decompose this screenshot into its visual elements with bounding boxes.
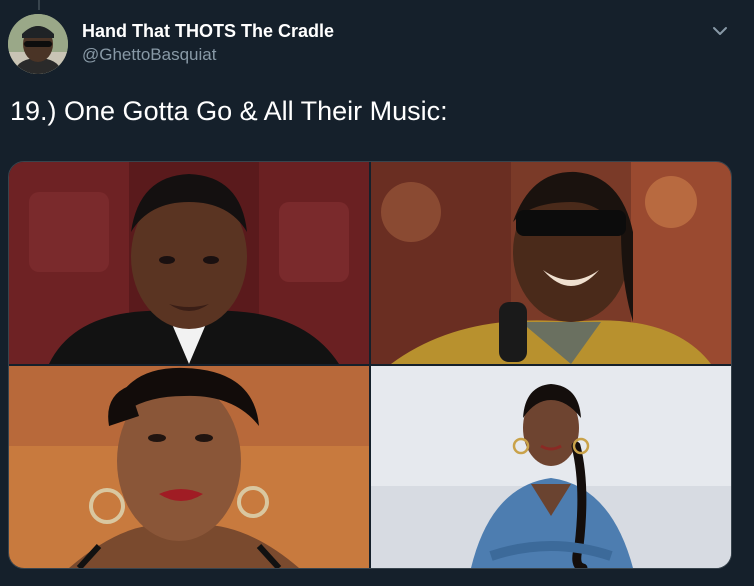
- display-name[interactable]: Hand That THOTS The Cradle: [82, 21, 334, 42]
- photo-top-right[interactable]: [371, 162, 731, 364]
- user-handle[interactable]: @GhettoBasquiat: [82, 45, 216, 65]
- chevron-down-icon[interactable]: [709, 22, 731, 40]
- thread-line: [38, 0, 40, 10]
- photo-top-left[interactable]: [9, 162, 369, 364]
- photo-bottom-left[interactable]: [9, 366, 369, 568]
- tweet: Hand That THOTS The Cradle @GhettoBasqui…: [0, 0, 754, 586]
- avatar[interactable]: [8, 14, 68, 74]
- media-grid: [8, 161, 732, 569]
- tweet-text: 19.) One Gotta Go & All Their Music:: [10, 96, 448, 126]
- photo-bottom-right[interactable]: [371, 366, 731, 568]
